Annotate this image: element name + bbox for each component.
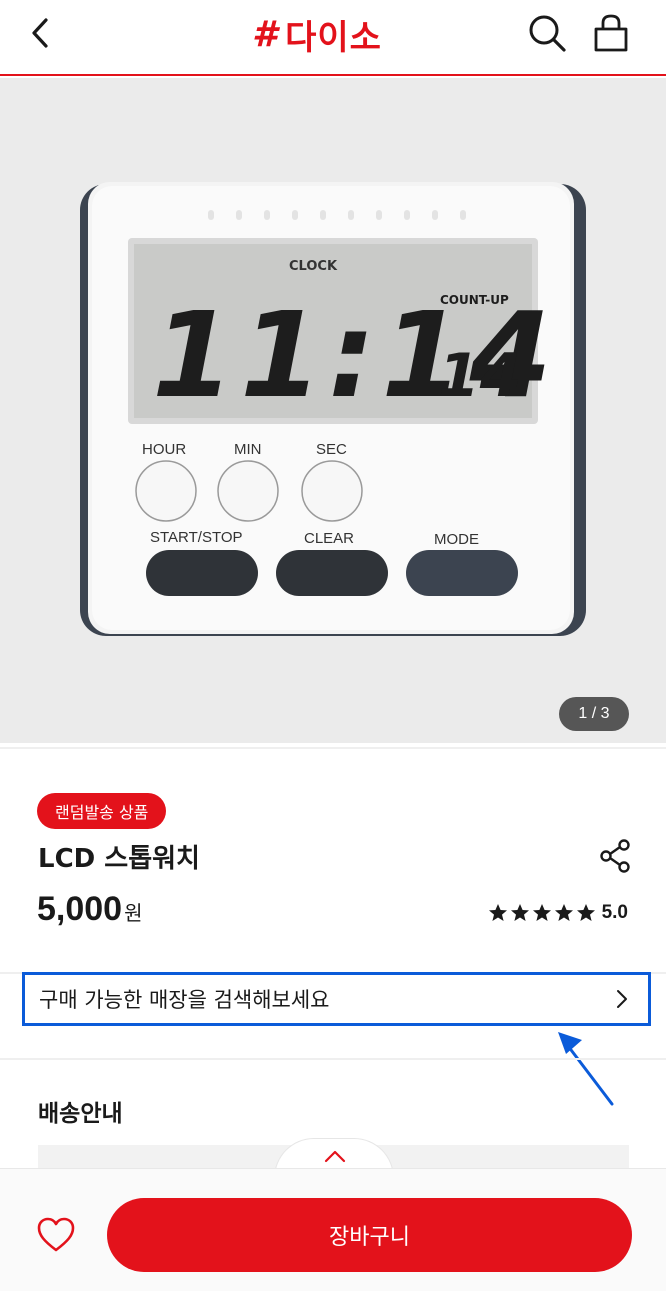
logo-text: 다이소: [285, 17, 382, 58]
svg-text:COUNT-UP: COUNT-UP: [440, 293, 509, 307]
header: # 다이소: [0, 0, 666, 76]
rating-value: 5.0: [601, 902, 628, 923]
search-icon: [529, 15, 566, 52]
price-value: 5,000: [37, 890, 123, 928]
logo-hash: #: [252, 13, 278, 55]
shopping-bag-icon: [594, 14, 628, 52]
price-unit: 원: [124, 901, 143, 925]
image-pager: 1 / 3: [559, 697, 629, 731]
star-icon: [510, 904, 529, 921]
add-to-cart-button[interactable]: 장바구니: [107, 1198, 632, 1272]
stopwatch-photo: CLOCK 11:14 COUNT-UP 14 HOUR MIN SEC STA…: [80, 182, 586, 636]
svg-text:CLEAR: CLEAR: [304, 530, 354, 547]
star-icon: [488, 904, 507, 921]
search-button[interactable]: [526, 12, 568, 54]
divider: [0, 747, 666, 749]
share-icon: [600, 839, 630, 873]
svg-text:HOUR: HOUR: [142, 441, 186, 458]
shipping-info-title: 배송안내: [38, 1101, 123, 1127]
product-price: 5,000 원: [37, 890, 143, 929]
svg-text:SEC: SEC: [316, 441, 347, 458]
svg-text:MIN: MIN: [234, 441, 262, 458]
chevron-right-icon: [617, 990, 627, 1008]
star-icon: [532, 904, 551, 921]
svg-text:MODE: MODE: [434, 531, 479, 548]
product-name: LCD 스톱워치: [38, 844, 200, 874]
store-search-row[interactable]: 구매 가능한 매장을 검색해보세요: [22, 972, 651, 1026]
divider: [0, 1058, 666, 1060]
chevron-up-icon: [324, 1150, 346, 1163]
share-button[interactable]: [598, 838, 634, 874]
svg-text:CLOCK: CLOCK: [289, 259, 338, 274]
random-shipping-badge: 랜덤발송 상품: [37, 793, 167, 829]
annotation-arrow-icon: [558, 1032, 614, 1106]
heart-icon: [37, 1217, 75, 1252]
back-button[interactable]: [22, 14, 62, 54]
wishlist-button[interactable]: [36, 1216, 76, 1254]
daiso-logo[interactable]: # 다이소: [252, 11, 382, 58]
svg-text:START/STOP: START/STOP: [150, 529, 243, 546]
svg-text:14: 14: [438, 341, 522, 411]
product-image[interactable]: CLOCK 11:14 COUNT-UP 14 HOUR MIN SEC STA…: [0, 78, 666, 743]
store-search-label: 구매 가능한 매장을 검색해보세요: [39, 988, 330, 1012]
chevron-left-icon: [32, 18, 48, 48]
product-rating: 5.0: [488, 902, 628, 924]
star-icon: [554, 904, 573, 921]
star-icon: [576, 904, 595, 921]
cart-bag-button[interactable]: [590, 12, 632, 54]
